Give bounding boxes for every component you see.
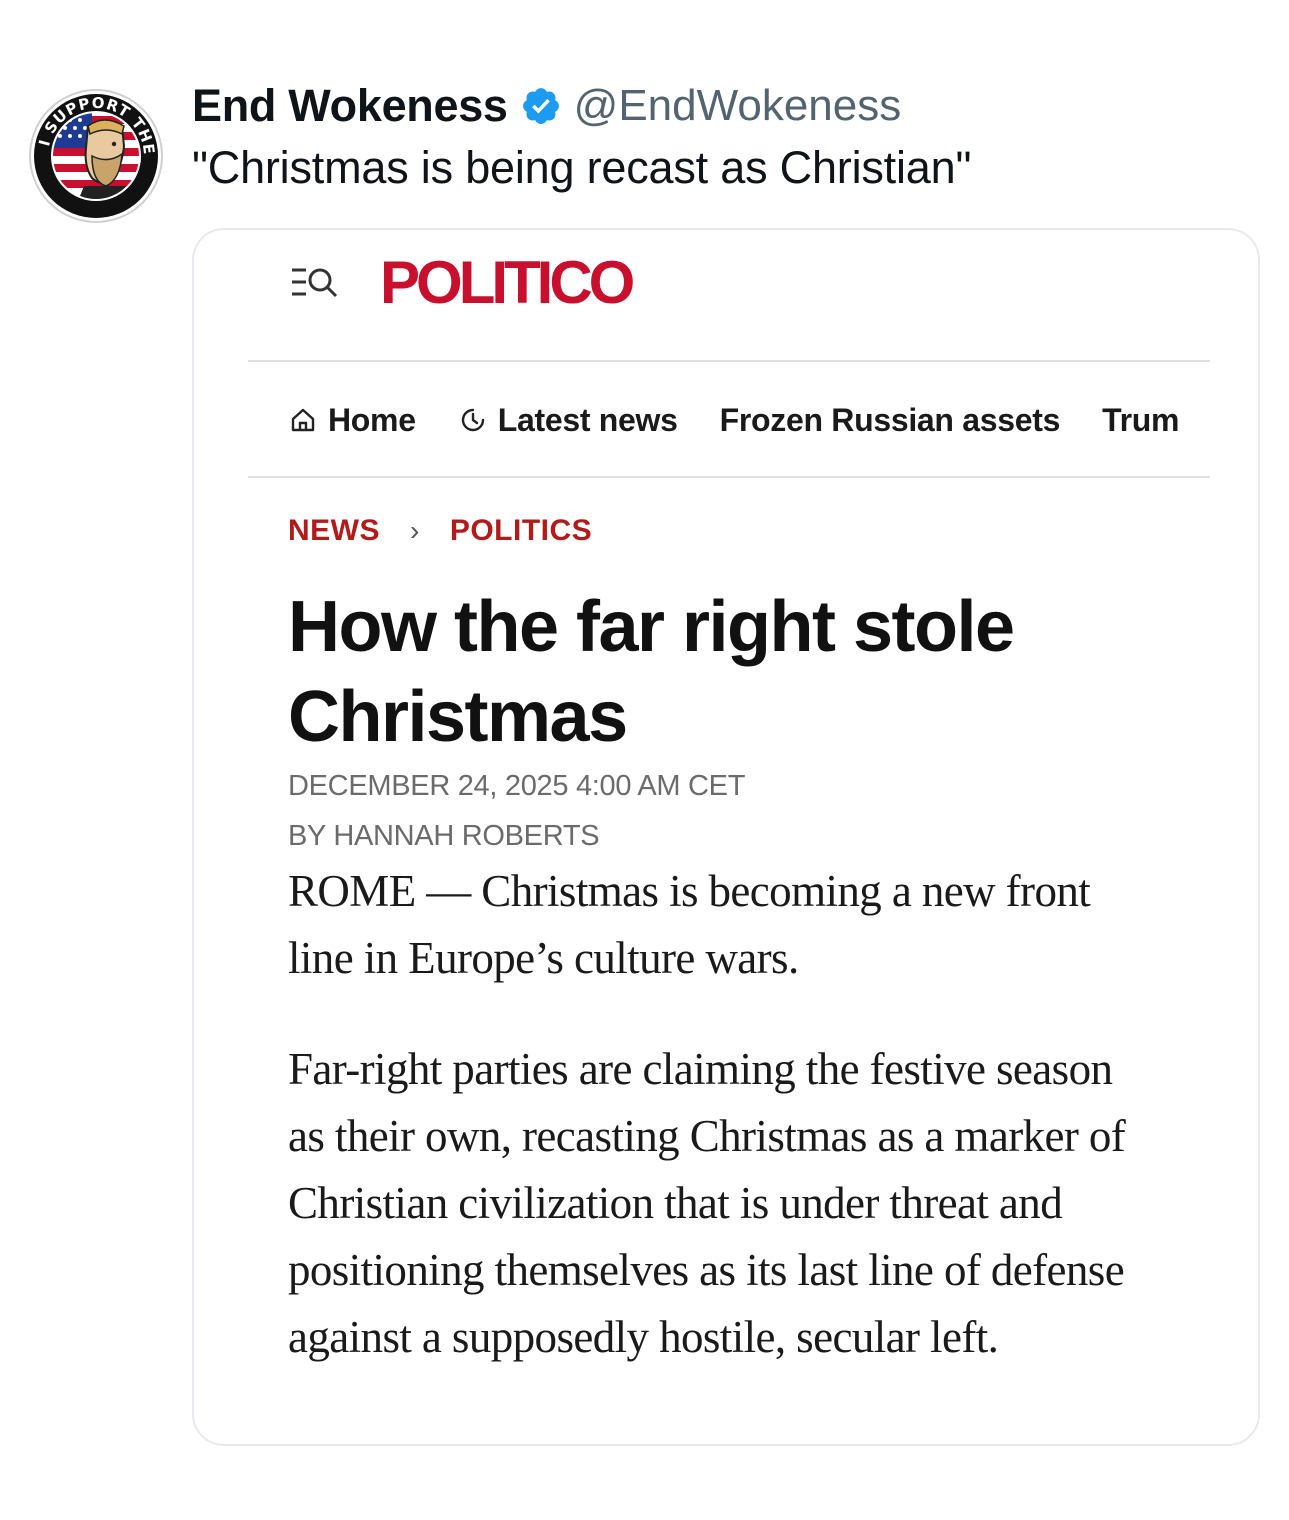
- clock-icon: [458, 405, 488, 435]
- tweet-media-card[interactable]: POLITICO Home Latest news Frozen Russian…: [192, 228, 1260, 1446]
- nav-item-trump[interactable]: Trum: [1102, 402, 1179, 439]
- politico-masthead: POLITICO: [290, 249, 635, 316]
- avatar[interactable]: I SUPPORT THE FORMER THINGS: [26, 86, 166, 226]
- article-byline: BY HANNAH ROBERTS: [288, 820, 600, 853]
- byline-prefix: BY: [288, 820, 334, 852]
- article-paragraph-2: Far-right parties are claiming the festi…: [288, 1044, 1126, 1362]
- article-paragraph-1: ROME — Christmas is becoming a new front…: [288, 866, 1091, 983]
- nav-divider-bottom: [248, 476, 1210, 478]
- article-headline: How the far right stole Christmas: [288, 587, 1015, 757]
- nav-item-latest-news[interactable]: Latest news: [458, 402, 678, 439]
- nav-item-frozen-russian-assets[interactable]: Frozen Russian assets: [720, 402, 1061, 439]
- politico-nav-bar: Home Latest news Frozen Russian assets T…: [288, 394, 1192, 446]
- tweet-text: "Christmas is being recast as Christian": [192, 142, 972, 193]
- verified-badge-icon[interactable]: [520, 85, 562, 127]
- tweet-header: End Wokeness @EndWokeness: [192, 78, 901, 134]
- nav-item-home[interactable]: Home: [288, 402, 416, 439]
- nav-item-home-label: Home: [328, 401, 416, 438]
- home-icon: [288, 405, 318, 435]
- user-handle[interactable]: @EndWokeness: [574, 81, 902, 131]
- menu-search-icon[interactable]: [290, 262, 342, 302]
- avatar-badge-image: I SUPPORT THE FORMER THINGS: [26, 86, 163, 223]
- breadcrumb: NEWS › POLITICS: [288, 514, 592, 548]
- breadcrumb-chevron-icon: ›: [410, 515, 420, 546]
- nav-item-latest-news-label: Latest news: [497, 401, 678, 438]
- breadcrumb-news[interactable]: NEWS: [288, 514, 380, 548]
- article-date: DECEMBER 24, 2025 4:00 AM CET: [288, 770, 746, 802]
- display-name[interactable]: End Wokeness: [192, 80, 508, 132]
- politico-logo[interactable]: POLITICO: [380, 248, 635, 317]
- author-name[interactable]: HANNAH ROBERTS: [333, 820, 599, 852]
- nav-divider-top: [248, 360, 1210, 362]
- breadcrumb-politics[interactable]: POLITICS: [450, 514, 592, 548]
